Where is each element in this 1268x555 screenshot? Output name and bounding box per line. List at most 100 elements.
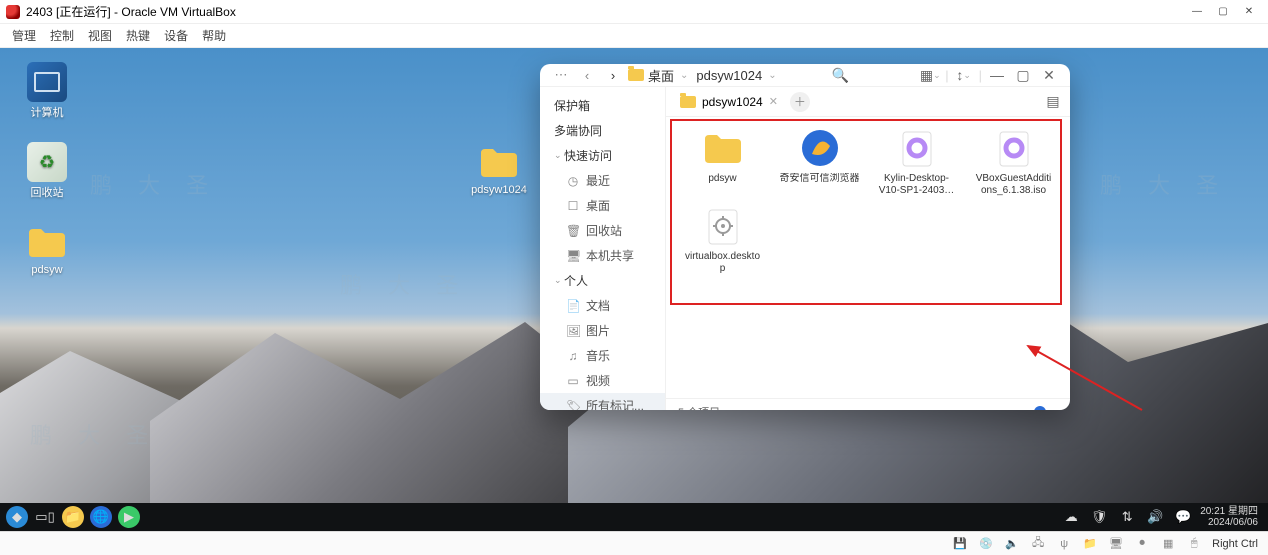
vb-host-key: Right Ctrl — [1212, 538, 1258, 550]
desktop-icon-pdsyw1024[interactable]: pdsyw1024 — [468, 142, 530, 196]
nav-forward-button[interactable]: › — [602, 64, 624, 86]
taskview-icon[interactable]: ▭▯ — [34, 506, 56, 528]
desktop-icon-pdsyw[interactable]: pdsyw — [16, 222, 78, 276]
trash-icon: 🗑 — [566, 224, 580, 238]
sidebar-item-tags[interactable]: 🏷所有标记... — [540, 393, 665, 410]
vb-shared-icon[interactable]: 📁 — [1082, 537, 1098, 550]
desktop-icon-trash[interactable]: 回收站 — [16, 142, 78, 200]
browser-icon — [797, 125, 843, 171]
guest-desktop[interactable]: 鹏 大 圣 鹏 大 圣 鹏 大 圣 鹏 大 圣 计算机 回收站 pdsyw pd… — [0, 48, 1268, 531]
vb-display-icon[interactable]: 🖥 — [1108, 537, 1124, 550]
window-maximize-button[interactable]: ▢ — [1012, 64, 1034, 86]
sidebar-item-protectbox[interactable]: 保护箱 — [540, 93, 665, 118]
tray-notifications-icon[interactable]: 💬 — [1172, 506, 1194, 528]
taskbar-browser[interactable]: 🌐 — [90, 506, 112, 528]
file-manager-statusbar: 5 个项目 — [666, 398, 1070, 410]
menu-manage[interactable]: 管理 — [12, 27, 36, 44]
virtualbox-statusbar: 💾 💿 🔈 🖧 ψ 📁 🖥 ⏺ ▦ 🖱 Right Ctrl — [0, 531, 1268, 555]
file-item-desktop-file[interactable]: virtualbox.desktop — [676, 203, 769, 275]
minimize-button[interactable]: — — [1184, 2, 1210, 22]
file-label: 奇安信可信浏览器 — [780, 173, 860, 185]
icon-label: pdsyw — [31, 264, 62, 276]
tray-volume-icon[interactable]: 🔊 — [1144, 506, 1166, 528]
vb-audio-icon[interactable]: 🔈 — [1004, 537, 1020, 550]
vb-disk-icon[interactable]: 💾 — [952, 537, 968, 550]
vb-recording-icon[interactable]: ⏺ — [1134, 537, 1150, 550]
tab-label: pdsyw1024 — [702, 95, 763, 109]
start-menu-button[interactable]: ◆ — [6, 506, 28, 528]
sidebar-item-share[interactable]: 🖥本机共享 — [540, 243, 665, 268]
tray-cloud-icon[interactable]: ☁ — [1060, 506, 1082, 528]
file-manager-main: pdsyw1024 ✕ ＋ ▤ pdsyw — [666, 87, 1070, 410]
window-minimize-button[interactable]: — — [986, 64, 1008, 86]
close-button[interactable]: ✕ — [1236, 2, 1262, 22]
vb-network-icon[interactable]: 🖧 — [1030, 534, 1046, 553]
breadcrumb-current[interactable]: pdsyw1024 ⌄ — [696, 68, 776, 83]
menu-hotkey[interactable]: 热键 — [126, 27, 150, 44]
options-icon[interactable]: ⋯ — [550, 64, 572, 86]
sidebar-section-personal[interactable]: ⌄个人 — [540, 268, 665, 293]
menu-help[interactable]: 帮助 — [202, 27, 226, 44]
file-manager-content[interactable]: pdsyw 奇安信可信浏览器 Kylin-Desktop-V10-SP1-240… — [666, 117, 1070, 398]
taskbar-file-manager[interactable]: 📁 — [62, 506, 84, 528]
sidebar-item-video[interactable]: ▭视频 — [540, 368, 665, 393]
virtualbox-menubar: 管理 控制 视图 热键 设备 帮助 — [0, 24, 1268, 48]
preview-toggle-icon[interactable]: ▤ — [1042, 91, 1064, 113]
vb-optical-icon[interactable]: 💿 — [978, 537, 994, 550]
file-label: virtualbox.desktop — [683, 251, 763, 275]
file-item-iso-vbox[interactable]: VBoxGuestAdditions_6.1.38.iso — [967, 125, 1060, 197]
sidebar-item-trash[interactable]: 🗑回收站 — [540, 218, 665, 243]
folder-icon — [680, 96, 696, 108]
tab-pdsyw1024[interactable]: pdsyw1024 ✕ — [672, 93, 786, 111]
sidebar-item-docs[interactable]: 📄文档 — [540, 293, 665, 318]
window-close-button[interactable]: ✕ — [1038, 64, 1060, 86]
computer-icon — [27, 62, 67, 102]
menu-view[interactable]: 视图 — [88, 27, 112, 44]
sidebar-item-desktop[interactable]: ☐桌面 — [540, 193, 665, 218]
close-tab-icon[interactable]: ✕ — [769, 95, 778, 108]
file-label: VBoxGuestAdditions_6.1.38.iso — [974, 173, 1054, 197]
file-item-browser[interactable]: 奇安信可信浏览器 — [773, 125, 866, 197]
nav-back-button[interactable]: ‹ — [576, 64, 598, 86]
tray-shield-icon[interactable]: 🛡 — [1088, 506, 1110, 528]
breadcrumb-root[interactable]: 桌面 ⌄ — [628, 66, 688, 85]
watermark: 鹏 大 圣 — [1100, 168, 1228, 200]
file-item-iso-kylin[interactable]: Kylin-Desktop-V10-SP1-2403… — [870, 125, 963, 197]
taskbar-clock[interactable]: 20:21 星期四 2024/06/06 — [1200, 506, 1262, 528]
taskbar-app[interactable]: ▶ — [118, 506, 140, 528]
menu-devices[interactable]: 设备 — [164, 27, 188, 44]
search-icon[interactable]: 🔍 — [829, 64, 851, 86]
menu-control[interactable]: 控制 — [50, 27, 74, 44]
sidebar-section-quick[interactable]: ⌄快速访问 — [540, 143, 665, 168]
file-manager-sidebar: 保护箱 多端协同 ⌄快速访问 ◷最近 ☐桌面 🗑回收站 🖥本机共享 ⌄个人 📄文… — [540, 87, 666, 410]
breadcrumb-current-label: pdsyw1024 — [696, 68, 762, 83]
sort-icon[interactable]: ↕⌄ — [953, 64, 975, 86]
sidebar-item-recent[interactable]: ◷最近 — [540, 168, 665, 193]
file-item-folder[interactable]: pdsyw — [676, 125, 769, 197]
vb-usb-icon[interactable]: ψ — [1056, 538, 1072, 550]
sidebar-item-pictures[interactable]: 🖼图片 — [540, 318, 665, 343]
window-title: 2403 [正在运行] - Oracle VM VirtualBox — [26, 3, 236, 20]
document-icon: 📄 — [566, 299, 580, 313]
watermark: 鹏 大 圣 — [90, 168, 218, 200]
virtualbox-titlebar: 2403 [正在运行] - Oracle VM VirtualBox — ▢ ✕ — [0, 0, 1268, 24]
sidebar-item-music[interactable]: ♫音乐 — [540, 343, 665, 368]
tray-network-icon[interactable]: ⇅ — [1116, 506, 1138, 528]
maximize-button[interactable]: ▢ — [1210, 2, 1236, 22]
file-label: Kylin-Desktop-V10-SP1-2403… — [877, 173, 957, 197]
icon-label: 回收站 — [31, 184, 64, 200]
desktop-icon-computer[interactable]: 计算机 — [16, 62, 78, 120]
view-grid-icon[interactable]: ▦⌄ — [919, 64, 941, 86]
file-manager-tabs: pdsyw1024 ✕ ＋ ▤ — [666, 87, 1070, 117]
file-manager-window: ⋯ ‹ › 桌面 ⌄ pdsyw1024 ⌄ 🔍 ▦⌄ | ↕⌄ | — ▢ ✕ — [540, 64, 1070, 410]
clock-icon: ◷ — [566, 174, 580, 188]
disc-icon — [894, 125, 940, 171]
music-icon: ♫ — [566, 349, 580, 363]
vb-cpu-icon[interactable]: ▦ — [1160, 537, 1176, 550]
vb-mouse-icon[interactable]: 🖱 — [1186, 537, 1202, 550]
sidebar-item-multidev[interactable]: 多端协同 — [540, 118, 665, 143]
zoom-slider[interactable] — [998, 410, 1058, 411]
add-tab-button[interactable]: ＋ — [790, 92, 810, 112]
share-icon: 🖥 — [566, 249, 580, 263]
tag-icon: 🏷 — [566, 399, 580, 411]
